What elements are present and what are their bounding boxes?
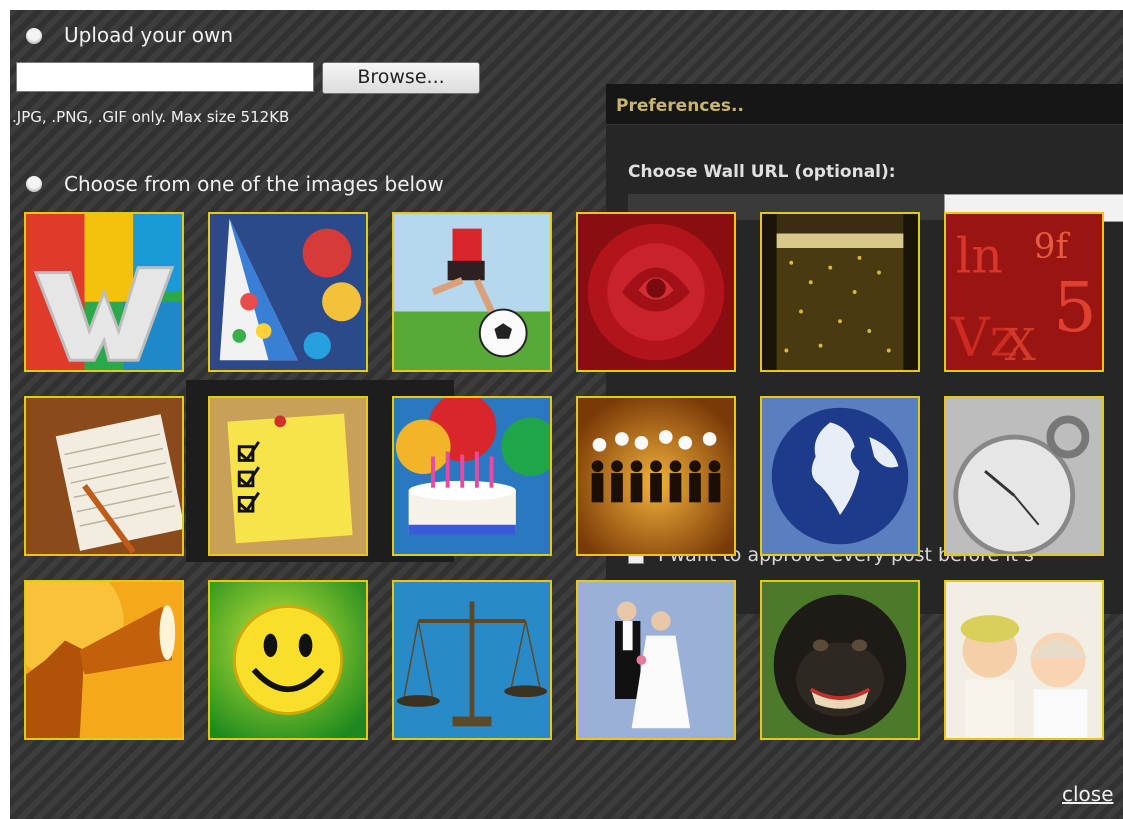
choose-image-radio[interactable] [26, 176, 42, 192]
babies-image[interactable] [944, 580, 1104, 740]
choose-option-label: Choose from one of the images below [64, 172, 444, 196]
stopwatch-image[interactable] [944, 396, 1104, 556]
file-path-input[interactable] [16, 62, 314, 92]
globe-image[interactable] [760, 396, 920, 556]
svg-text:ln: ln [956, 229, 1003, 285]
soccer-kick-image[interactable] [392, 212, 552, 372]
preferences-title: Preferences.. [616, 96, 744, 116]
close-link[interactable]: close [1062, 782, 1114, 806]
svg-text:X: X [1005, 320, 1037, 370]
letter-w-image[interactable] [24, 212, 184, 372]
wall-url-label: Choose Wall URL (optional): [628, 162, 896, 182]
upload-option-label: Upload your own [64, 23, 234, 47]
svg-text:9f: 9f [1034, 227, 1071, 267]
svg-text:5: 5 [1053, 269, 1096, 348]
justice-scales-image[interactable] [392, 580, 552, 740]
upload-radio[interactable] [26, 28, 42, 44]
red-numbers-image[interactable]: ln 9f 5 Vz X [944, 212, 1104, 372]
red-rose-image[interactable] [576, 212, 736, 372]
notepad-pencil-image[interactable] [24, 396, 184, 556]
file-format-hint: .JPG, .PNG, .GIF only. Max size 512KB [12, 108, 290, 126]
wedding-couple-image[interactable] [576, 580, 736, 740]
champagne-image[interactable] [760, 212, 920, 372]
birthday-cake-image[interactable] [392, 396, 552, 556]
chimpanzee-image[interactable] [760, 580, 920, 740]
people-thinking-image[interactable] [576, 396, 736, 556]
image-picker-dialog: Preferences.. Choose Wall URL (optional)… [10, 10, 1123, 819]
smiley-face-image[interactable] [208, 580, 368, 740]
browse-button[interactable]: Browse... [322, 62, 480, 94]
megaphone-image[interactable] [24, 580, 184, 740]
party-hats-image[interactable] [208, 212, 368, 372]
preferences-header: Preferences.. [606, 84, 1123, 125]
sticky-note-checklist-image[interactable] [208, 396, 368, 556]
